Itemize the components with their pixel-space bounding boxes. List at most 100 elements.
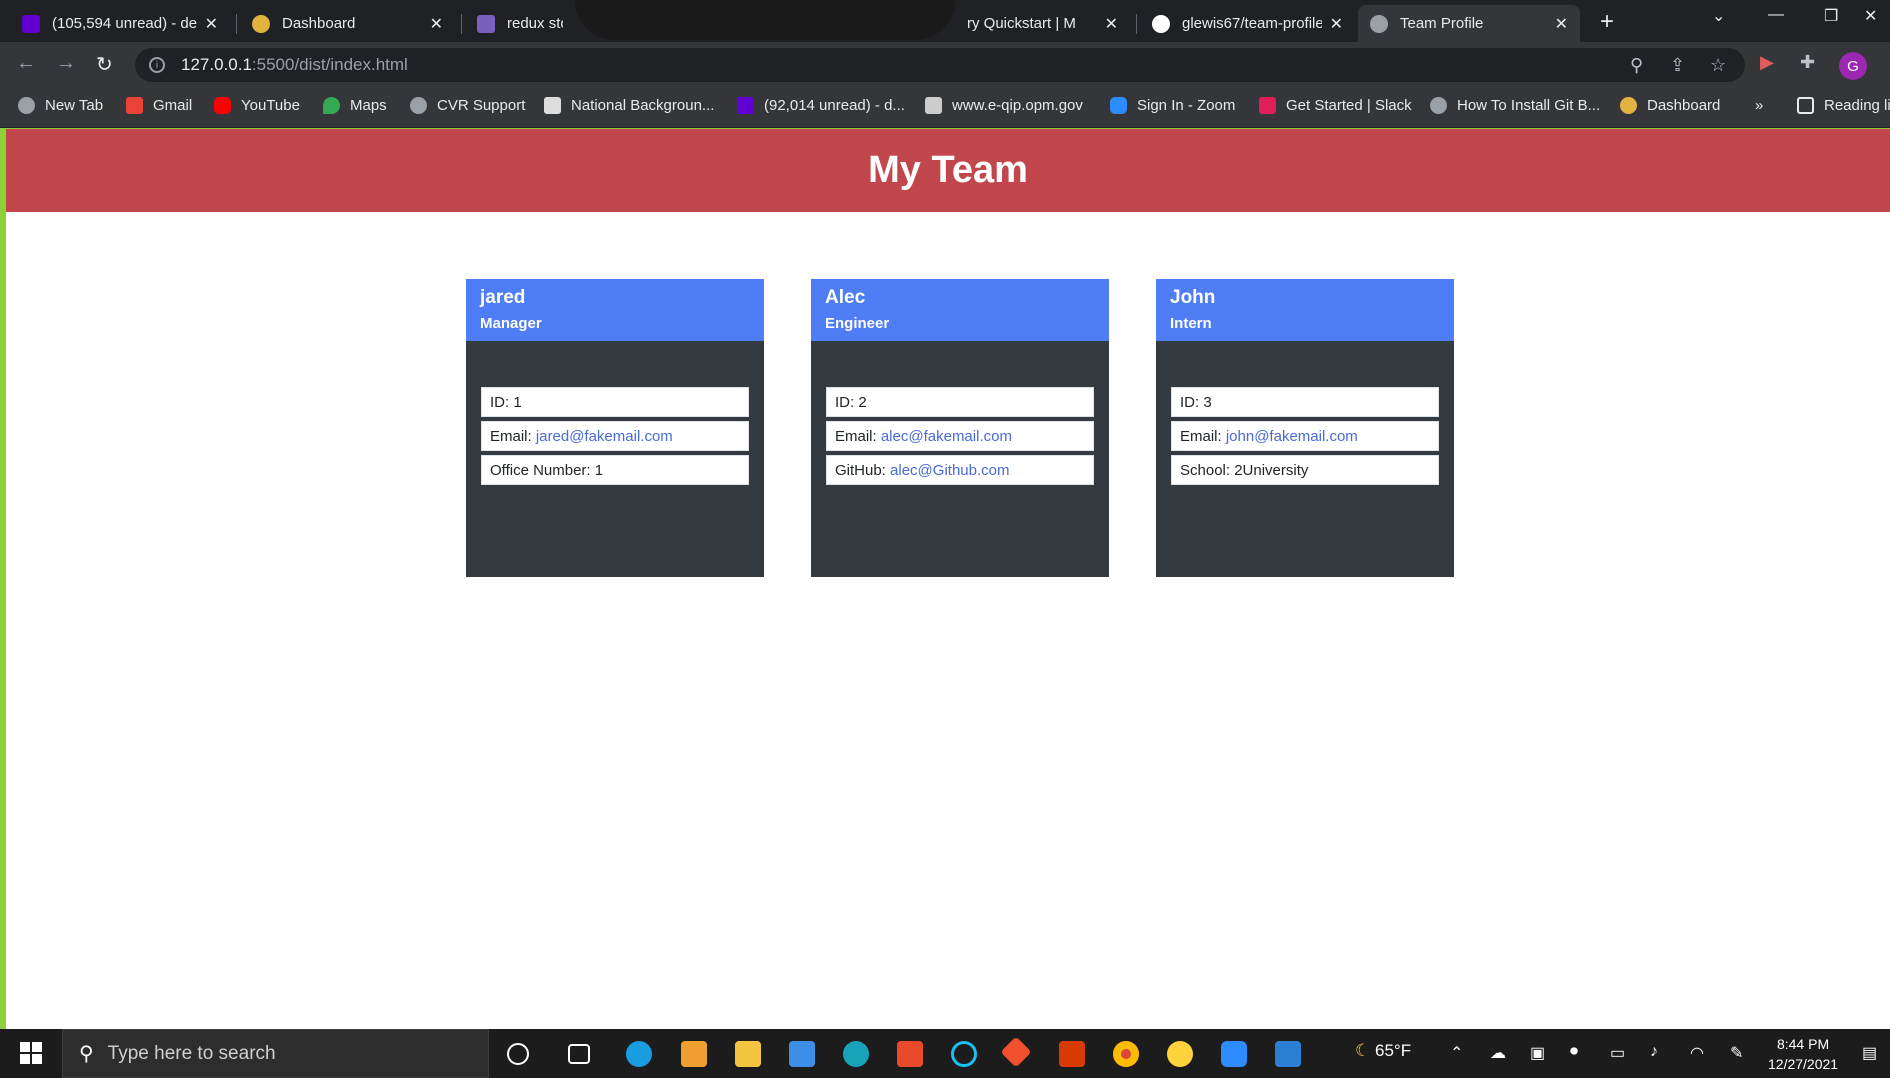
close-icon[interactable]: ✕	[1555, 14, 1568, 34]
pen-icon[interactable]: ✎	[1730, 1043, 1743, 1063]
tab-github[interactable]: glewis67/team-profile ✕	[1140, 5, 1355, 42]
show-hidden-icons[interactable]: ⌃	[1450, 1043, 1463, 1063]
onedrive-icon[interactable]: ☁	[1490, 1043, 1506, 1063]
office-red-icon[interactable]	[1059, 1041, 1085, 1067]
close-icon[interactable]: ✕	[1330, 14, 1343, 34]
bookmark-cvr-support[interactable]: CVR Support	[410, 97, 525, 114]
employee-id: ID: 3	[1171, 387, 1439, 417]
bookmark-label: New Tab	[45, 97, 104, 114]
tab-dashboard[interactable]: Dashboard ✕	[240, 5, 455, 42]
bookmark-git-bash[interactable]: How To Install Git B...	[1430, 97, 1600, 114]
browser-toolbar: ← → ↻ i 127.0.0.1:5500/dist/index.html ⚲…	[0, 42, 1890, 88]
h-icon	[477, 14, 495, 33]
cortana-circle-icon[interactable]	[951, 1041, 977, 1067]
email-link[interactable]: alec@fakemail.com	[881, 428, 1012, 445]
office-number: Office Number: 1	[481, 455, 749, 485]
tab-quickstart[interactable]: ry Quickstart | M ✕	[955, 5, 1130, 42]
bookmark-zoom[interactable]: Sign In - Zoom	[1110, 97, 1235, 114]
tab-separator	[461, 14, 462, 34]
reload-icon[interactable]: ↻	[96, 52, 113, 77]
new-tab-button[interactable]: +	[1600, 8, 1614, 36]
wifi-icon[interactable]: ◠	[1690, 1043, 1704, 1063]
start-button[interactable]	[20, 1042, 42, 1069]
bookmark-label: Sign In - Zoom	[1137, 97, 1236, 114]
tab-separator	[1136, 14, 1137, 34]
address-bar[interactable]: i 127.0.0.1:5500/dist/index.html ⚲ ⇪ ☆	[135, 48, 1745, 82]
url-host: 127.0.0.1	[181, 55, 252, 74]
forward-icon[interactable]: →	[56, 52, 76, 75]
github-icon	[1152, 14, 1170, 33]
tab-yahoo-mail[interactable]: (105,594 unread) - de ✕	[10, 5, 230, 42]
bookmark-national-background[interactable]: National Backgroun...	[544, 97, 714, 114]
bookmark-maps[interactable]: Maps	[323, 97, 387, 114]
reading-list-button[interactable]: Reading li	[1797, 97, 1890, 114]
employee-email-row: Email: john@fakemail.com	[1171, 421, 1439, 451]
search-app-icon[interactable]	[843, 1041, 869, 1067]
tab-team-profile[interactable]: Team Profile ✕	[1358, 5, 1580, 42]
tab-title: glewis67/team-profile	[1182, 15, 1322, 32]
tab-title: Team Profile	[1400, 15, 1484, 32]
zoom-icon	[1110, 97, 1127, 114]
office-icon[interactable]	[897, 1041, 923, 1067]
github-link[interactable]: alec@Github.com	[890, 462, 1009, 479]
extension-icon[interactable]: ▶	[1760, 52, 1774, 73]
bookmark-gmail[interactable]: Gmail	[126, 97, 192, 114]
site-info-icon[interactable]: i	[149, 57, 165, 73]
zoom-icon[interactable]	[1221, 1041, 1247, 1067]
zoom-icon[interactable]: ⚲	[1630, 55, 1643, 76]
back-icon[interactable]: ←	[16, 52, 36, 75]
file-explorer-icon[interactable]	[735, 1041, 761, 1067]
bookmark-yahoo-mail[interactable]: (92,014 unread) - d...	[737, 97, 905, 114]
cortana-icon[interactable]	[507, 1043, 529, 1065]
email-link[interactable]: john@fakemail.com	[1226, 428, 1358, 445]
restore-icon[interactable]: ❐	[1824, 6, 1838, 26]
meet-now-icon[interactable]: ▣	[1530, 1043, 1545, 1063]
profile-avatar[interactable]: G	[1839, 52, 1867, 80]
chrome-icon[interactable]	[1113, 1041, 1139, 1067]
search-placeholder: Type here to search	[107, 1042, 276, 1064]
tab-redux-store[interactable]: redux store	[465, 5, 575, 42]
bookmarks-bar: New Tab Gmail YouTube Maps CVR Support N…	[0, 88, 1890, 128]
battery-icon[interactable]: ▭	[1610, 1043, 1625, 1063]
mail-icon[interactable]	[789, 1041, 815, 1067]
emoji-icon[interactable]	[1167, 1041, 1193, 1067]
edge-icon[interactable]	[626, 1041, 652, 1067]
microphone-icon[interactable]: ⏺	[1570, 1043, 1578, 1061]
bookmark-star-icon[interactable]: ☆	[1710, 55, 1726, 76]
task-view-icon[interactable]	[568, 1044, 590, 1064]
git-icon[interactable]	[1000, 1036, 1032, 1068]
employee-id: ID: 1	[481, 387, 749, 417]
close-icon[interactable]: ✕	[205, 14, 218, 34]
close-window-icon[interactable]: ✕	[1864, 6, 1877, 26]
employee-card-engineer: Alec Engineer ID: 2 Email: alec@fakemail…	[811, 279, 1109, 577]
employee-name: John	[1170, 287, 1216, 308]
bookmark-label: Gmail	[153, 97, 193, 114]
redaction-scribble	[575, 0, 955, 40]
email-link[interactable]: jared@fakemail.com	[536, 428, 673, 445]
close-icon[interactable]: ✕	[1105, 14, 1118, 34]
share-icon[interactable]: ⇪	[1670, 55, 1685, 76]
bookmark-slack[interactable]: Get Started | Slack	[1259, 97, 1412, 114]
employee-role: Manager	[480, 315, 542, 332]
bookmark-label: Dashboard	[1647, 97, 1721, 114]
store-icon[interactable]	[681, 1041, 707, 1067]
bookmark-new-tab[interactable]: New Tab	[18, 97, 103, 114]
tab-title: (105,594 unread) - de	[52, 15, 197, 32]
system-clock[interactable]: 8:44 PM 12/27/2021	[1768, 1034, 1838, 1074]
volume-icon[interactable]: ♪	[1650, 1043, 1658, 1061]
vscode-icon[interactable]	[1275, 1041, 1301, 1067]
notifications-icon[interactable]: ▤	[1862, 1043, 1877, 1063]
employee-details: ID: 3 Email: john@fakemail.com School: 2…	[1171, 387, 1439, 489]
minimize-icon[interactable]: —	[1768, 6, 1784, 24]
bookmark-dashboard[interactable]: Dashboard	[1620, 97, 1720, 114]
bookmark-youtube[interactable]: YouTube	[214, 97, 300, 114]
bookmarks-overflow-button[interactable]: »	[1755, 97, 1763, 114]
employee-role: Intern	[1170, 315, 1212, 332]
taskbar-search-box[interactable]: ⚲ Type here to search	[62, 1029, 489, 1078]
close-icon[interactable]: ✕	[430, 14, 443, 34]
extensions-puzzle-icon[interactable]: ✚	[1800, 52, 1815, 73]
tab-search-icon[interactable]: ⌄	[1712, 6, 1725, 26]
weather-widget[interactable]: ☾ 65°F	[1355, 1041, 1411, 1061]
bookmark-e-qip[interactable]: www.e-qip.opm.gov	[925, 97, 1083, 114]
overflow-label: »	[1755, 97, 1764, 114]
